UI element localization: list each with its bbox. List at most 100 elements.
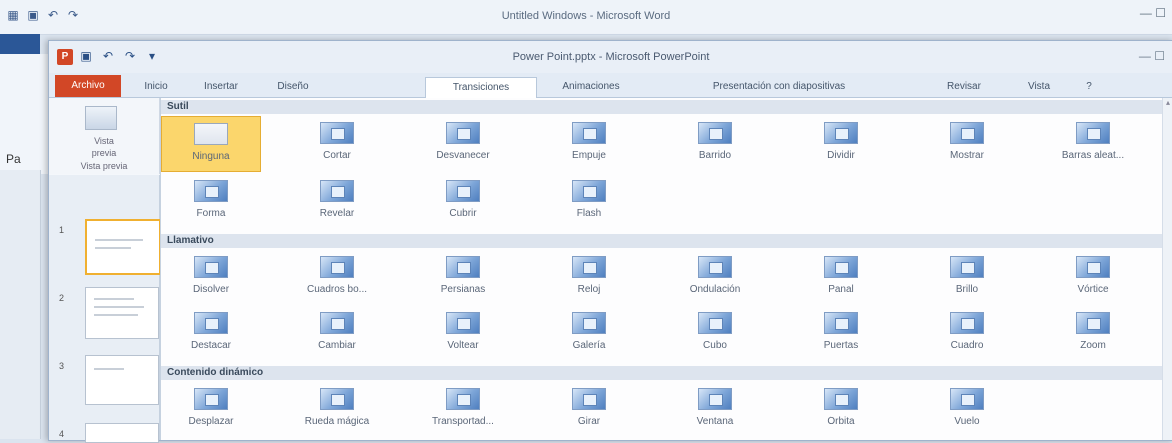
wipe-transition-icon bbox=[698, 122, 732, 144]
tab-presentacion[interactable]: Presentación con diapositivas bbox=[653, 77, 905, 97]
transition-cuadro[interactable]: Cuadro bbox=[917, 306, 1017, 362]
transition-empuje[interactable]: Empuje bbox=[539, 116, 639, 172]
orbit-transition-icon bbox=[824, 388, 858, 410]
transition-label: Cuadros bo... bbox=[306, 284, 368, 295]
transition-cubrir[interactable]: Cubrir bbox=[413, 174, 513, 230]
slide-number: 1 bbox=[59, 225, 65, 235]
transition-label: Zoom bbox=[1080, 340, 1106, 351]
ppt-window-controls[interactable]: — ☐ bbox=[1139, 49, 1165, 63]
transition-label: Persianas bbox=[440, 284, 486, 295]
transition-forma[interactable]: Forma bbox=[161, 174, 261, 230]
transition-label: Transportad... bbox=[432, 416, 494, 427]
transition-revelar[interactable]: Revelar bbox=[287, 174, 387, 230]
transition-label: Disolver bbox=[192, 284, 230, 295]
transition-mostrar[interactable]: Mostrar bbox=[917, 116, 1017, 172]
transition-label: Cubrir bbox=[449, 208, 477, 219]
transition-galeria[interactable]: Galería bbox=[539, 306, 639, 362]
transition-persianas[interactable]: Persianas bbox=[413, 250, 513, 306]
transition-flash[interactable]: Flash bbox=[539, 174, 639, 230]
transition-label: Ondulación bbox=[689, 284, 741, 295]
reveal-transition-icon bbox=[950, 122, 984, 144]
tab-animaciones[interactable]: Animaciones bbox=[543, 77, 639, 97]
window-transition-icon bbox=[698, 388, 732, 410]
tab-transiciones[interactable]: Transiciones bbox=[425, 77, 537, 98]
slide-thumbnail[interactable] bbox=[85, 287, 159, 339]
transition-label: Galería bbox=[572, 340, 606, 351]
transition-barrido[interactable]: Barrido bbox=[665, 116, 765, 172]
dissolve-transition-icon bbox=[194, 256, 228, 278]
transition-orbita[interactable]: Órbita bbox=[791, 382, 891, 438]
transition-ondulacion[interactable]: Ondulación bbox=[665, 250, 765, 306]
help-icon[interactable]: ? bbox=[1079, 77, 1099, 97]
transition-cortar[interactable]: Cortar bbox=[287, 116, 387, 172]
ripple-transition-icon bbox=[698, 256, 732, 278]
transition-desplazar[interactable]: Desplazar bbox=[161, 382, 261, 438]
transition-desvanecer[interactable]: Desvanecer bbox=[413, 116, 513, 172]
tab-diseno[interactable]: Diseño bbox=[263, 77, 323, 97]
background-window-controls[interactable]: — ☐ bbox=[1140, 6, 1166, 20]
preview-label-line2: previa bbox=[91, 148, 117, 158]
transition-ninguna[interactable]: Ninguna bbox=[161, 116, 261, 172]
transition-dividir[interactable]: Dividir bbox=[791, 116, 891, 172]
slide-thumbnail[interactable] bbox=[85, 355, 159, 405]
transition-cubo[interactable]: Cubo bbox=[665, 306, 765, 362]
cube-transition-icon bbox=[698, 312, 732, 334]
transition-label: Dividir bbox=[827, 150, 855, 161]
scroll-up-icon[interactable]: ▴ bbox=[1163, 98, 1172, 108]
transition-label: Forma bbox=[196, 208, 226, 219]
clock-transition-icon bbox=[572, 256, 606, 278]
transition-girar[interactable]: Girar bbox=[539, 382, 639, 438]
box-transition-icon bbox=[950, 312, 984, 334]
transitions-gallery: Sutil Ninguna Cortar Desvanecer Empuje B… bbox=[160, 98, 1172, 440]
slide-thumbnail[interactable] bbox=[85, 219, 161, 275]
tab-inicio[interactable]: Inicio bbox=[131, 77, 181, 97]
zoom-transition-icon bbox=[1076, 312, 1110, 334]
gallery-scrollbar[interactable]: ▴ bbox=[1162, 98, 1172, 440]
transition-puertas[interactable]: Puertas bbox=[791, 306, 891, 362]
transition-label: Cuadro bbox=[950, 340, 984, 351]
transition-cuadros-bicolores[interactable]: Cuadros bo... bbox=[287, 250, 387, 306]
preview-button[interactable] bbox=[85, 106, 117, 130]
shred-transition-icon bbox=[194, 312, 228, 334]
random-bars-transition-icon bbox=[1076, 122, 1110, 144]
transition-transportador[interactable]: Transportad... bbox=[413, 382, 513, 438]
preview-label-line1: Vista bbox=[94, 136, 114, 146]
vortex-transition-icon bbox=[1076, 256, 1110, 278]
slide-thumbnail[interactable] bbox=[85, 423, 159, 443]
none-transition-icon bbox=[194, 123, 228, 145]
transition-voltear[interactable]: Voltear bbox=[413, 306, 513, 362]
powerpoint-window: P ▣ ↶ ↷ ▾ Power Point.pptx - Microsoft P… bbox=[48, 40, 1172, 443]
switch-transition-icon bbox=[320, 312, 354, 334]
transition-reloj[interactable]: Reloj bbox=[539, 250, 639, 306]
background-paste-label: Pa bbox=[6, 152, 21, 166]
transition-zoom[interactable]: Zoom bbox=[1043, 306, 1143, 362]
transition-label: Cambiar bbox=[318, 340, 356, 351]
transition-destacar[interactable]: Destacar bbox=[161, 306, 261, 362]
transition-label: Flash bbox=[576, 208, 602, 219]
transition-brillo[interactable]: Brillo bbox=[917, 250, 1017, 306]
transition-rueda-magica[interactable]: Rueda mágica bbox=[287, 382, 387, 438]
tab-revisar[interactable]: Revisar bbox=[929, 77, 999, 97]
background-file-tab[interactable] bbox=[0, 34, 40, 54]
section-header-llamativo: Llamativo bbox=[161, 234, 1172, 248]
pan-transition-icon bbox=[194, 388, 228, 410]
transition-label: Desplazar bbox=[188, 416, 234, 427]
shape-transition-icon bbox=[194, 180, 228, 202]
transition-cambiar[interactable]: Cambiar bbox=[287, 306, 387, 362]
tab-insertar[interactable]: Insertar bbox=[189, 77, 253, 97]
transition-label: Girar bbox=[577, 416, 601, 427]
transition-vortice[interactable]: Vórtice bbox=[1043, 250, 1143, 306]
section-header-contenido-dinamico: Contenido dinámico bbox=[161, 366, 1172, 380]
slide-number: 2 bbox=[59, 293, 65, 303]
conveyor-transition-icon bbox=[446, 388, 480, 410]
tab-vista[interactable]: Vista bbox=[1013, 77, 1065, 97]
transition-vuelo[interactable]: Vuelo bbox=[917, 382, 1017, 438]
honeycomb-transition-icon bbox=[824, 256, 858, 278]
transition-label: Ninguna bbox=[192, 151, 230, 162]
tab-archivo[interactable]: Archivo bbox=[55, 75, 121, 97]
transition-panal[interactable]: Panal bbox=[791, 250, 891, 306]
transition-ventana[interactable]: Ventana bbox=[665, 382, 765, 438]
transition-disolver[interactable]: Disolver bbox=[161, 250, 261, 306]
transition-barras-aleatorias[interactable]: Barras aleat... bbox=[1043, 116, 1143, 172]
background-window-title: Untitled Windows - Microsoft Word bbox=[501, 10, 671, 22]
